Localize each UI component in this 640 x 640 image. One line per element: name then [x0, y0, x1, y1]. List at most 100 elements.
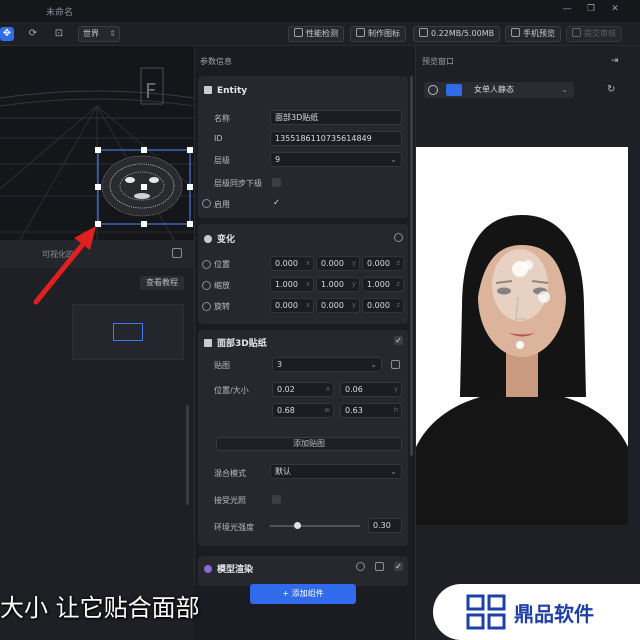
- scale-y-field[interactable]: 1.000 y: [316, 277, 360, 292]
- entity-header[interactable]: Entity: [204, 86, 247, 96]
- resize-handle[interactable]: [141, 221, 147, 227]
- collapse-panel-icon[interactable]: ⇥: [611, 56, 619, 66]
- map-label: 贴图: [214, 361, 230, 370]
- submit-review-button[interactable]: 提交审核: [566, 26, 622, 42]
- sticker-x-field[interactable]: 0.02 x: [272, 382, 334, 397]
- position-y-field[interactable]: 0.000 y: [316, 256, 360, 271]
- make-icon-button[interactable]: 制作图标: [350, 26, 406, 42]
- resize-handle[interactable]: [95, 147, 101, 153]
- phone-preview-button[interactable]: 手机预览: [505, 26, 561, 42]
- ambient-slider-knob[interactable]: [294, 522, 301, 529]
- move-tool-icon[interactable]: ✥: [0, 27, 14, 41]
- camera-icon[interactable]: [428, 85, 438, 95]
- preview-effect-value: 女单人静态: [474, 85, 514, 94]
- video-subtitle: 大小 让它贴合面部: [0, 594, 200, 622]
- rotation-x-field[interactable]: 0.000 x: [270, 298, 314, 313]
- scene-viewport[interactable]: F: [0, 46, 194, 240]
- gauge-icon: [294, 28, 303, 37]
- trash-icon[interactable]: [375, 562, 384, 571]
- add-component-button[interactable]: + 添加组件: [250, 584, 356, 604]
- performance-check-button[interactable]: 性能检测: [288, 26, 344, 42]
- enable-checkbox[interactable]: ✓: [272, 198, 281, 207]
- scale-z-field[interactable]: 1.000 z: [362, 277, 404, 292]
- image-icon: [356, 28, 365, 37]
- scale-x-field[interactable]: 1.000 x: [270, 277, 314, 292]
- ambient-intensity-label: 环境光强度: [214, 523, 254, 532]
- position-z-field[interactable]: 0.000 z: [362, 256, 404, 271]
- resize-handle[interactable]: [95, 184, 101, 190]
- sticker-x-value: 0.02: [277, 385, 295, 394]
- scale-x-value: 1.000: [275, 280, 298, 289]
- coordinate-space-select[interactable]: 世界 ⇕: [78, 26, 120, 42]
- resize-handle[interactable]: [141, 147, 147, 153]
- position-y-value: 0.000: [321, 259, 344, 268]
- rotation-label: 旋转: [214, 302, 230, 311]
- layer-sync-checkbox[interactable]: [272, 178, 281, 187]
- face-sticker-header[interactable]: 面部3D贴纸: [204, 336, 267, 349]
- preview-effect-select[interactable]: 女单人静态 ⌄: [466, 82, 574, 98]
- z-unit: z: [396, 301, 400, 309]
- chevron-down-icon: ⌄: [390, 467, 397, 476]
- z-unit: z: [396, 259, 400, 267]
- sticker-enable-checkbox[interactable]: ✓: [394, 336, 403, 345]
- trash-icon[interactable]: [391, 360, 400, 369]
- view-tutorial-button[interactable]: 查看教程: [140, 276, 184, 290]
- y-unit: y: [351, 259, 356, 267]
- link-icon: [202, 260, 211, 269]
- rotation-y-field[interactable]: 0.000 y: [316, 298, 360, 313]
- reset-icon[interactable]: [394, 233, 403, 242]
- sticker-width-field[interactable]: 0.68 w: [272, 403, 334, 418]
- resize-handle[interactable]: [141, 184, 147, 190]
- scale-z-value: 1.000: [367, 280, 390, 289]
- blend-mode-label: 混合模式: [214, 469, 246, 478]
- package-size-label: 0.22MB/5.00MB: [431, 29, 495, 38]
- scene-grid: F: [0, 46, 194, 240]
- thumbnail-frame: [113, 323, 143, 341]
- resize-handle[interactable]: [187, 147, 193, 153]
- enable-label: 启用: [214, 200, 230, 209]
- performance-check-label: 性能检测: [306, 29, 338, 38]
- h-unit: h: [393, 406, 398, 414]
- ambient-slider-track[interactable]: [270, 525, 360, 527]
- layer-select[interactable]: 9 ⌄: [270, 152, 402, 167]
- sticker-width-value: 0.68: [277, 406, 295, 415]
- blend-mode-select[interactable]: 默认 ⌄: [270, 464, 402, 479]
- submit-review-label: 提交审核: [584, 29, 616, 38]
- rotation-z-field[interactable]: 0.000 z: [362, 298, 404, 313]
- sticker-y-field[interactable]: 0.06 y: [340, 382, 402, 397]
- settings-icon[interactable]: [356, 562, 365, 571]
- refresh-icon[interactable]: ↻: [607, 84, 615, 95]
- video-icon[interactable]: [446, 84, 462, 96]
- scale-tool-icon[interactable]: ⊡: [52, 27, 66, 41]
- close-icon[interactable]: ✕: [608, 4, 622, 16]
- properties-scrollbar[interactable]: [410, 76, 413, 456]
- layer-sync-label: 层级同步下级: [214, 179, 262, 188]
- ambient-value-field[interactable]: 0.30: [368, 518, 402, 533]
- copy-icon[interactable]: [172, 248, 182, 258]
- receive-light-checkbox[interactable]: [272, 495, 281, 504]
- upload-icon: [572, 28, 581, 37]
- sticker-height-field[interactable]: 0.63 h: [340, 403, 402, 418]
- z-unit: z: [396, 280, 400, 288]
- resize-handle[interactable]: [187, 221, 193, 227]
- cube-icon: [204, 86, 212, 94]
- left-scrollbar[interactable]: [186, 405, 189, 505]
- position-x-field[interactable]: 0.000 x: [270, 256, 314, 271]
- transform-header[interactable]: 变化: [204, 232, 235, 245]
- x-unit: x: [305, 280, 310, 288]
- y-unit: y: [351, 280, 356, 288]
- restore-icon[interactable]: ❐: [584, 4, 598, 16]
- rotate-tool-icon[interactable]: ⟳: [26, 27, 40, 41]
- model-render-header[interactable]: 模型渲染: [204, 562, 253, 575]
- minimize-icon[interactable]: —: [560, 4, 574, 16]
- add-map-button[interactable]: 添加贴图: [216, 437, 402, 451]
- x-unit: x: [305, 259, 310, 267]
- id-field[interactable]: 1355186110735614849: [270, 131, 402, 146]
- resize-handle[interactable]: [187, 184, 193, 190]
- x-unit: x: [305, 301, 310, 309]
- model-render-checkbox[interactable]: ✓: [394, 562, 403, 571]
- map-select[interactable]: 3 ⌄: [272, 357, 382, 372]
- axis-icon: [204, 235, 212, 243]
- watermark-text: 鼎品软件: [514, 602, 594, 626]
- name-field[interactable]: 面部3D贴纸: [270, 110, 402, 125]
